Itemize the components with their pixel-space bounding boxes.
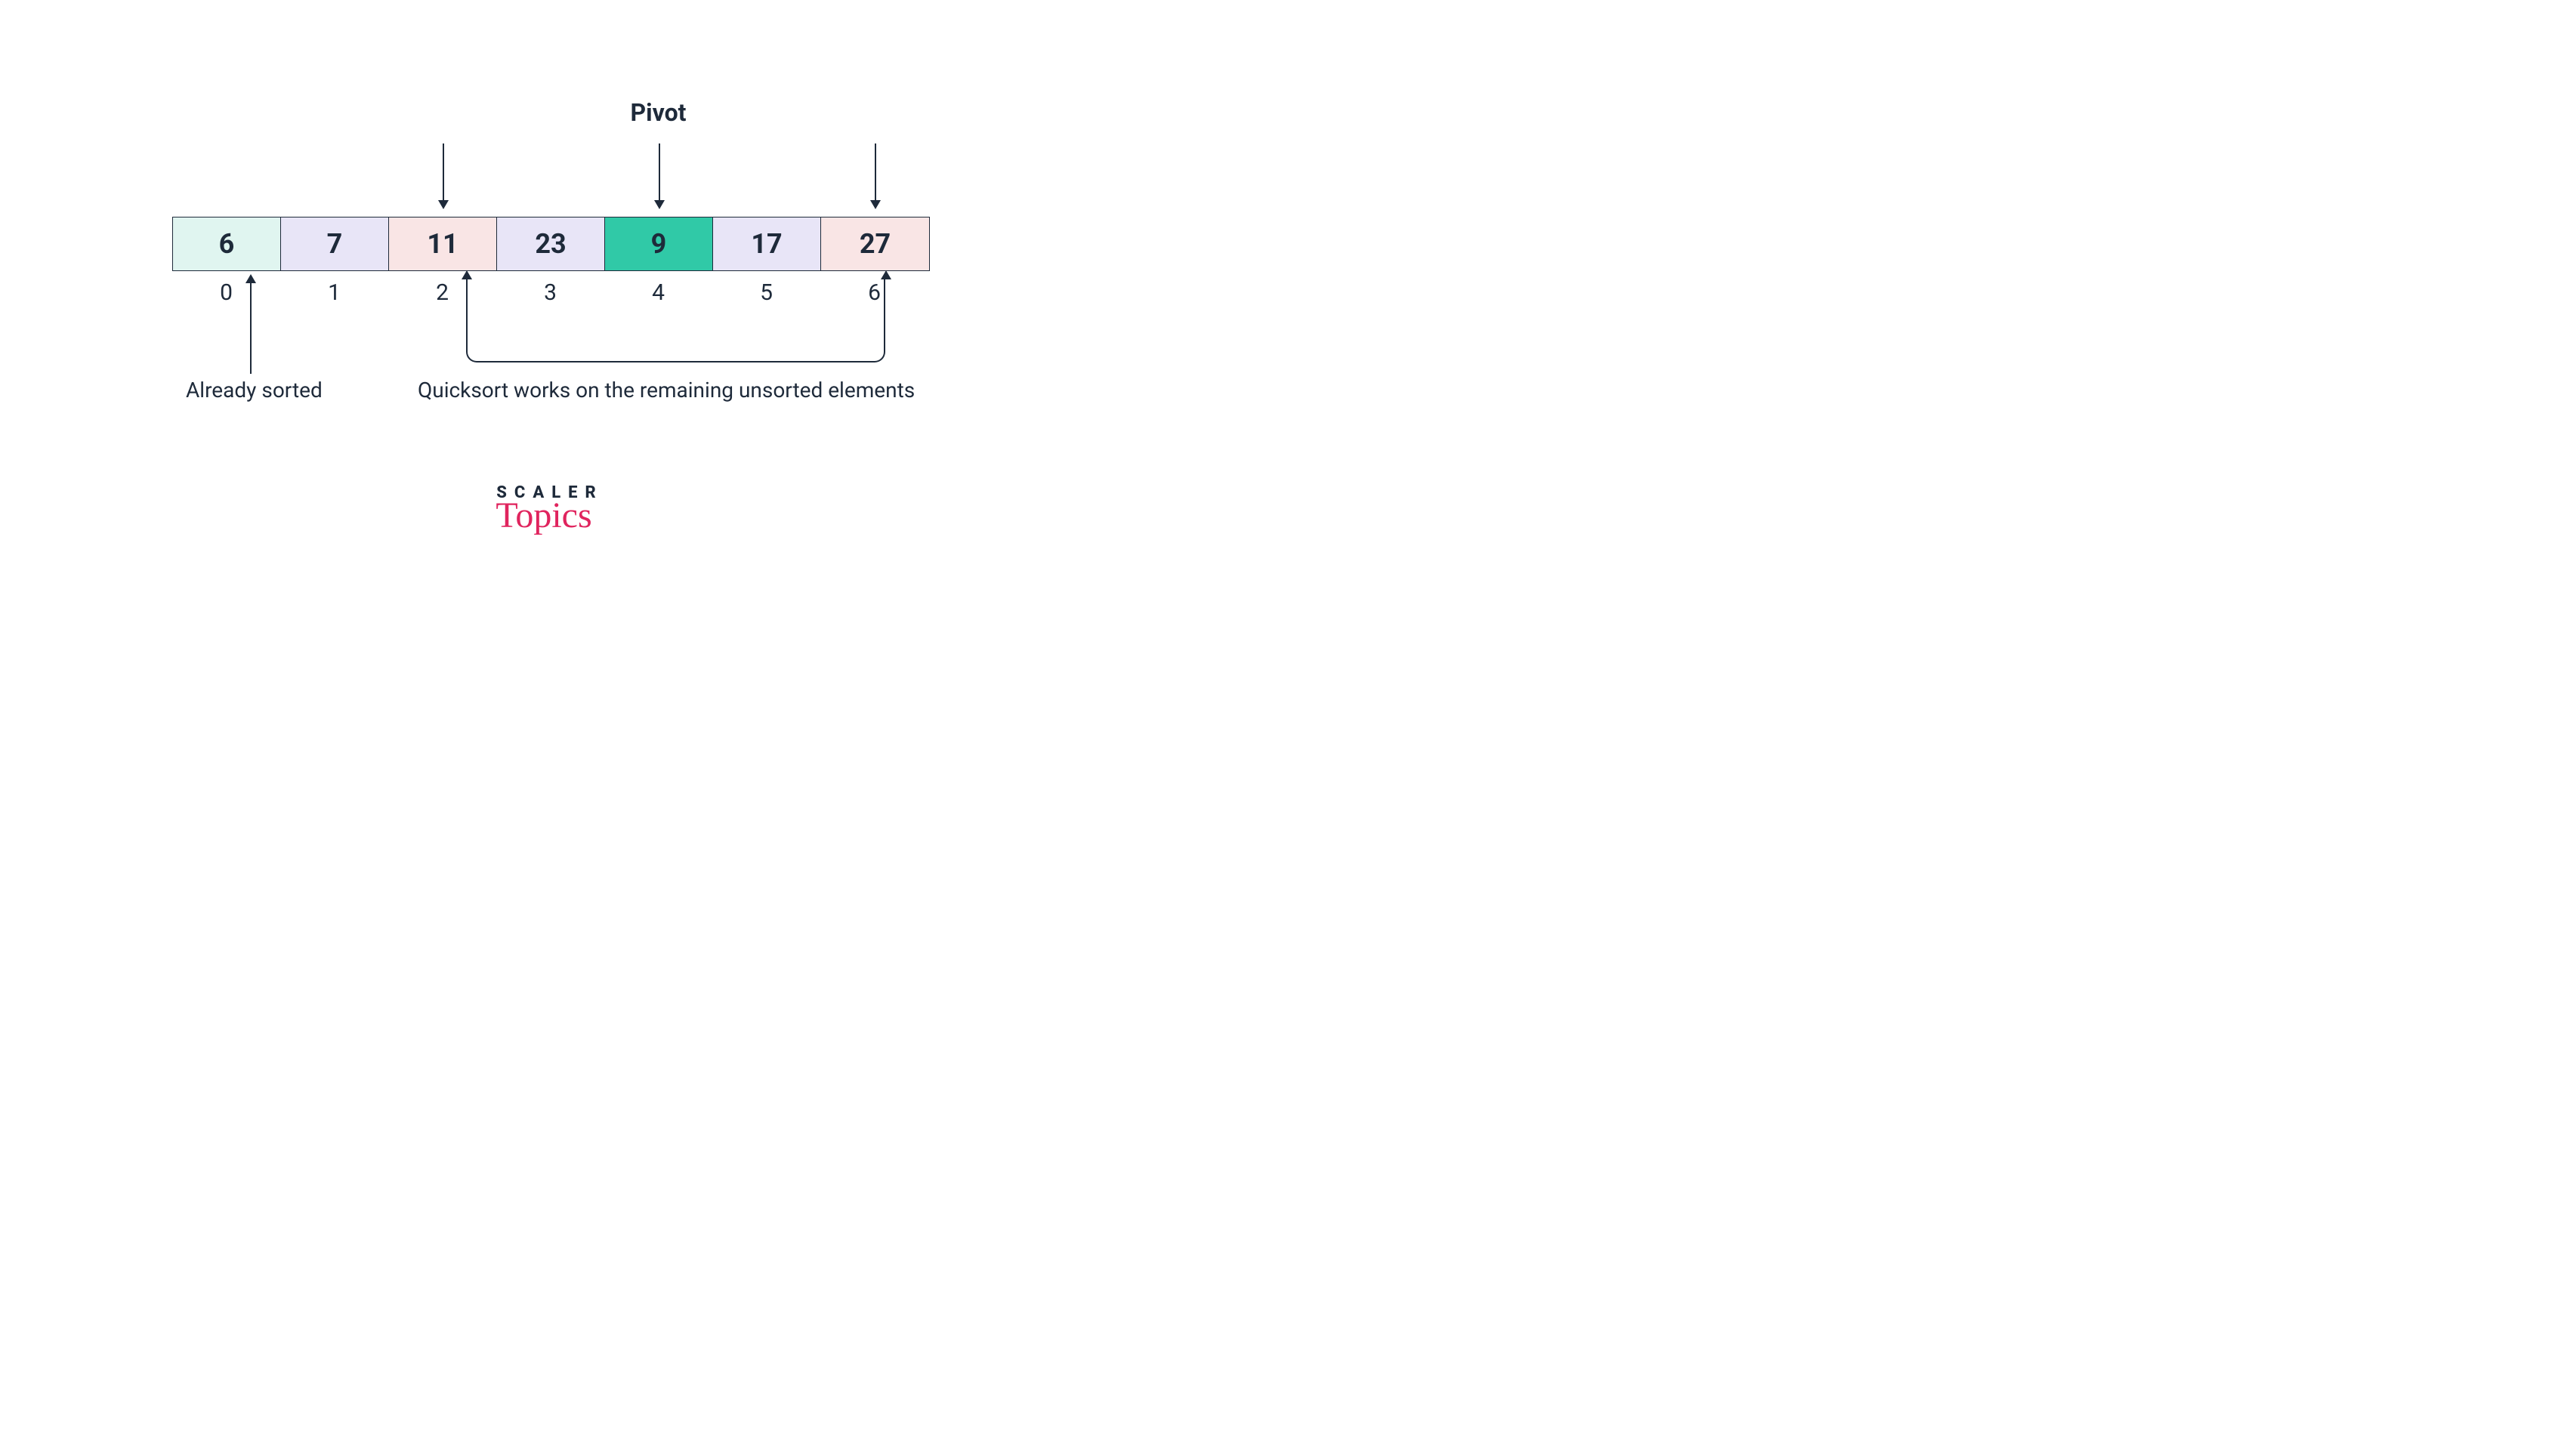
- array-cell-1: 7: [281, 217, 389, 270]
- array-cell-0: 6: [173, 217, 281, 270]
- array-cell-3: 23: [497, 217, 605, 270]
- top-arrow-6: [875, 143, 876, 208]
- array-index-0: 0: [172, 279, 280, 306]
- scaler-topics-logo: SCALER Topics: [496, 483, 603, 536]
- bracket-arrowhead-1: [881, 270, 891, 279]
- array-cell-4: 9: [605, 217, 713, 270]
- array-cell-5: 17: [713, 217, 821, 270]
- top-arrow-2: [443, 143, 444, 208]
- bracket-arrowhead-0: [462, 270, 472, 279]
- array-row: 67112391727: [172, 217, 930, 271]
- quicksort-caption: Quicksort works on the remaining unsorte…: [418, 378, 915, 403]
- already-sorted-arrow-line: [250, 276, 252, 374]
- pivot-label: Pivot: [604, 98, 712, 127]
- array-index-1: 1: [280, 279, 388, 306]
- top-arrow-4: [659, 143, 660, 208]
- array-cell-2: 11: [389, 217, 497, 270]
- logo-sub: Topics: [490, 495, 597, 536]
- array-cell-6: 27: [821, 217, 929, 270]
- already-sorted-caption: Already sorted: [186, 378, 323, 403]
